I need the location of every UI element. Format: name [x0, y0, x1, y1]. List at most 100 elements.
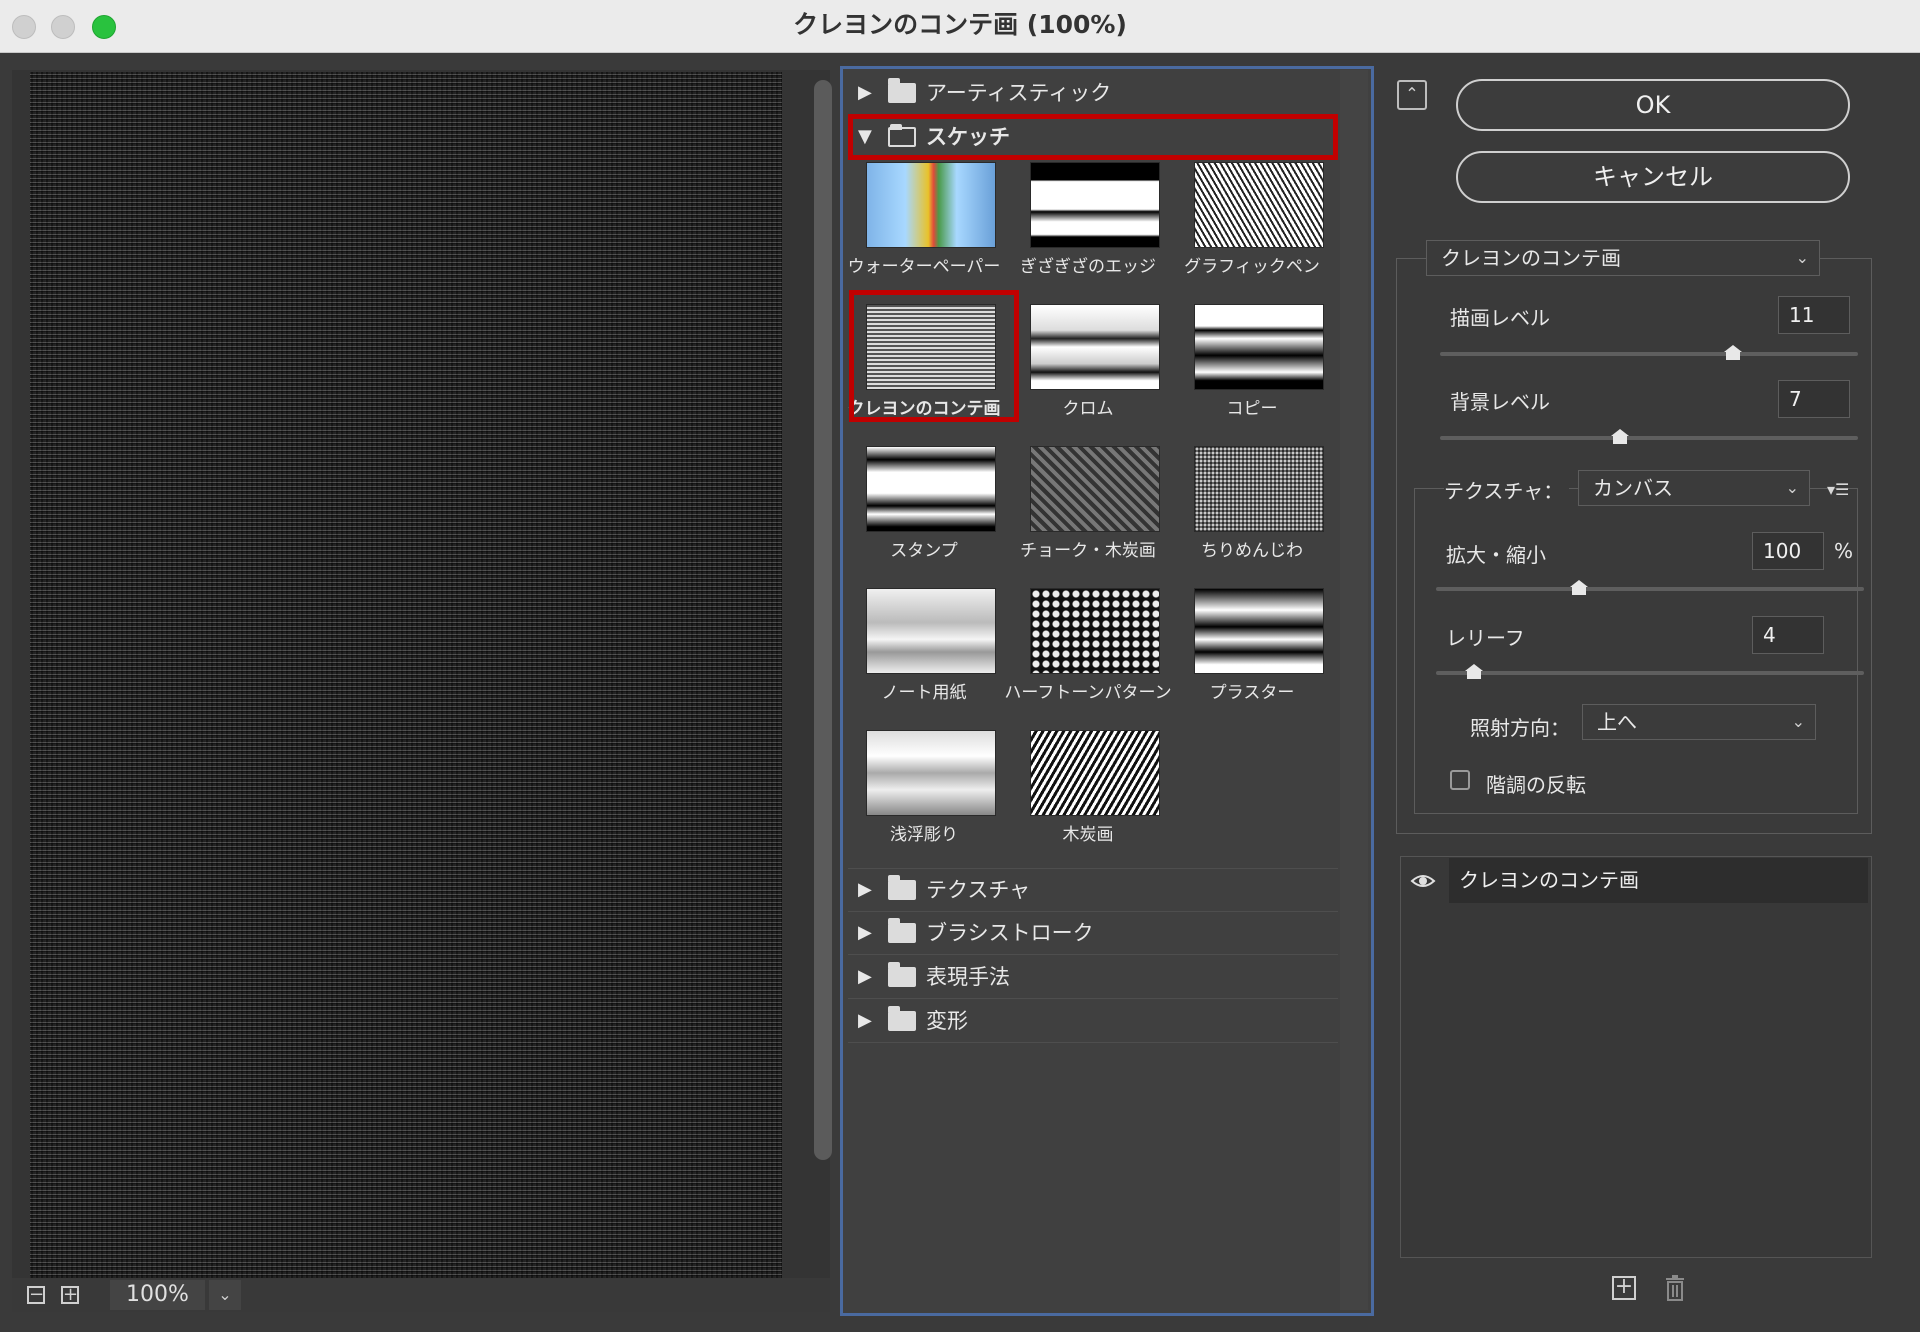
zoom-out-button[interactable]: −	[27, 1286, 45, 1304]
folder-label: アーティスティック	[926, 81, 1112, 105]
thumb-label: 木炭画	[1062, 825, 1114, 845]
thumb-image	[1194, 588, 1324, 674]
filter-thumb-torn-edges[interactable]: ぎざぎざのエッジ	[1008, 162, 1168, 302]
preview-image[interactable]	[30, 72, 782, 1280]
filter-thumb-chalk-charcoal[interactable]: チョーク・木炭画	[1008, 446, 1168, 586]
expand-arrow-icon: ▶	[858, 879, 872, 900]
thumb-label: コピー	[1226, 399, 1278, 419]
folder-distort[interactable]: ▶ 変形	[848, 1000, 1338, 1043]
thumb-image	[1194, 162, 1324, 248]
scaling-slider[interactable]	[1570, 580, 1588, 596]
invert-label: 階調の反転	[1486, 773, 1586, 797]
gallery-scrollbar[interactable]	[1340, 70, 1368, 1310]
invert-checkbox[interactable]	[1450, 770, 1470, 790]
effect-layer-row[interactable]: クレヨンのコンテ画	[1449, 858, 1868, 903]
thumb-label: ぎざぎざのエッジ	[1020, 257, 1156, 277]
foreground-level-label: 描画レベル	[1450, 306, 1550, 330]
filter-thumb-water-paper[interactable]: ウォーターペーパー	[844, 162, 1004, 302]
effect-layers-panel	[1400, 856, 1872, 1258]
thumb-image	[866, 446, 996, 532]
cancel-button[interactable]: キャンセル	[1456, 151, 1850, 203]
thumb-label: 浅浮彫り	[890, 825, 958, 845]
preview-pane	[12, 70, 832, 1310]
texture-select[interactable]: カンバス ⌄	[1578, 470, 1810, 506]
chevron-down-icon: ⌄	[1785, 478, 1799, 497]
foreground-level-input[interactable]: 11	[1778, 296, 1850, 334]
zoom-bar: − + 100% ⌄	[12, 1278, 830, 1312]
filter-select-value: クレヨンのコンテ画	[1441, 246, 1621, 270]
expand-arrow-icon: ▶	[858, 966, 872, 987]
background-level-track[interactable]	[1440, 436, 1858, 440]
folder-label: 変形	[926, 1009, 968, 1033]
filter-thumb-chrome[interactable]: クロム	[1008, 304, 1168, 444]
folder-artistic[interactable]: ▶ アーティスティック	[848, 72, 1338, 115]
folder-brush-strokes[interactable]: ▶ ブラシストローク	[848, 912, 1338, 955]
background-level-input[interactable]: 7	[1778, 380, 1850, 418]
effect-layer-name: クレヨンのコンテ画	[1459, 868, 1639, 892]
thumb-image	[1030, 162, 1160, 248]
expand-arrow-icon: ▶	[858, 1010, 872, 1031]
relief-input[interactable]: 4	[1752, 616, 1824, 654]
folder-stylize[interactable]: ▶ 表現手法	[848, 956, 1338, 999]
thumb-image	[1030, 446, 1160, 532]
texture-menu-icon[interactable]: ▾☰	[1827, 480, 1849, 499]
filter-thumb-photocopy[interactable]: コピー	[1172, 304, 1332, 444]
scaling-input[interactable]: 100	[1752, 532, 1824, 570]
light-direction-label: 照射方向：	[1470, 716, 1570, 740]
thumb-image	[866, 162, 996, 248]
thumb-image	[1194, 304, 1324, 390]
filter-thumb-stamp[interactable]: スタンプ	[844, 446, 1004, 586]
light-direction-value: 上へ	[1597, 710, 1637, 734]
new-effect-layer-icon[interactable]: +	[1612, 1276, 1636, 1300]
relief-track[interactable]	[1436, 671, 1864, 675]
highlight-box-selected-filter	[849, 290, 1019, 422]
preview-scrollbar[interactable]	[814, 80, 832, 1160]
background-level-slider[interactable]	[1611, 429, 1629, 445]
foreground-level-track[interactable]	[1440, 352, 1858, 356]
zoom-dropdown-chevron-icon[interactable]: ⌄	[209, 1280, 241, 1310]
thumb-image	[866, 730, 996, 816]
folder-texture[interactable]: ▶ テクスチャ	[848, 868, 1338, 912]
filter-thumb-plaster[interactable]: プラスター	[1172, 588, 1332, 728]
foreground-level-slider[interactable]	[1724, 345, 1742, 361]
folder-icon	[888, 962, 916, 987]
window-title: クレヨンのコンテ画 (100%)	[793, 10, 1127, 39]
scaling-label: 拡大・縮小	[1446, 543, 1546, 567]
relief-slider[interactable]	[1465, 664, 1483, 680]
visibility-eye-icon[interactable]	[1410, 868, 1436, 894]
title-bar: クレヨンのコンテ画 (100%)	[0, 0, 1920, 53]
background-level-label: 背景レベル	[1450, 390, 1550, 414]
filter-thumb-graphic-pen[interactable]: グラフィックペン	[1172, 162, 1332, 302]
thumb-image	[1030, 588, 1160, 674]
thumb-label: チョーク・木炭画	[1020, 541, 1156, 561]
texture-select-value: カンバス	[1593, 476, 1673, 500]
ok-button[interactable]: OK	[1456, 79, 1850, 131]
thumb-image	[1194, 446, 1324, 532]
filter-thumb-reticulation[interactable]: ちりめんじわ	[1172, 446, 1332, 586]
texture-label: テクスチャ：	[1444, 475, 1570, 504]
zoom-level[interactable]: 100%	[110, 1280, 205, 1310]
filter-thumb-halftone-pattern[interactable]: ハーフトーンパターン	[1004, 588, 1172, 728]
thumb-label: スタンプ	[890, 541, 958, 561]
filter-thumb-charcoal[interactable]: 木炭画	[1008, 730, 1168, 870]
expand-arrow-icon: ▶	[858, 82, 872, 103]
folder-icon	[888, 875, 916, 900]
filter-thumb-bas-relief[interactable]: 浅浮彫り	[844, 730, 1004, 870]
thumb-label: ちりめんじわ	[1201, 541, 1303, 561]
thumb-label: ハーフトーンパターン	[1004, 683, 1172, 703]
zoom-in-button[interactable]: +	[61, 1286, 79, 1304]
expand-arrow-icon: ▶	[858, 922, 872, 943]
folder-label: ブラシストローク	[926, 921, 1094, 945]
collapse-gallery-icon[interactable]: ⌃	[1397, 80, 1427, 110]
chevron-down-icon: ⌄	[1791, 712, 1805, 731]
filter-thumb-note-paper[interactable]: ノート用紙	[844, 588, 1004, 728]
thumb-image	[866, 588, 996, 674]
thumb-label: ノート用紙	[881, 683, 967, 703]
thumb-label: ウォーターペーパー	[847, 257, 1001, 277]
thumb-label: プラスター	[1209, 683, 1295, 703]
scaling-track[interactable]	[1436, 587, 1864, 591]
light-direction-select[interactable]: 上へ ⌄	[1582, 704, 1816, 740]
delete-effect-layer-icon[interactable]	[1664, 1274, 1686, 1302]
folder-icon	[888, 78, 916, 103]
filter-select[interactable]: クレヨンのコンテ画 ⌄	[1426, 240, 1820, 276]
